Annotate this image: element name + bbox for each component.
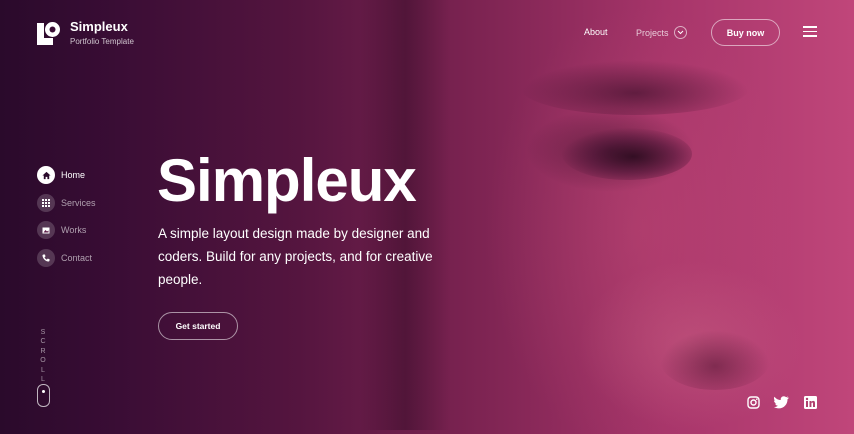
scroll-dot xyxy=(42,390,45,393)
grid-icon xyxy=(37,193,55,212)
side-nav-works[interactable]: Works xyxy=(37,221,96,239)
side-nav-label: Works xyxy=(61,225,87,235)
scroll-label: SCROLL xyxy=(40,328,46,384)
nav-about-link[interactable]: About xyxy=(584,27,608,37)
get-started-button[interactable]: Get started xyxy=(158,312,238,340)
portrait-nose xyxy=(660,330,770,390)
brand-tagline: Portfolio Template xyxy=(70,37,134,46)
hero-description: A simple layout design made by designer … xyxy=(158,226,433,287)
buy-now-button[interactable]: Buy now xyxy=(711,19,780,46)
side-nav: Home Services Works Contact xyxy=(37,166,96,276)
chevron-down-icon xyxy=(673,26,687,39)
image-icon xyxy=(37,221,55,239)
scroll-label-text: SCROLL xyxy=(40,329,46,384)
hero-title: Simpleux xyxy=(157,147,417,214)
hero-background xyxy=(0,0,854,434)
side-nav-label: Contact xyxy=(61,252,93,263)
side-nav-services[interactable]: Services xyxy=(37,193,96,212)
simpleux-logo-icon xyxy=(37,21,61,45)
nav-projects-dropdown[interactable]: Projects xyxy=(636,26,687,39)
side-nav-contact[interactable]: Contact xyxy=(37,248,96,267)
phone-icon xyxy=(37,248,55,267)
brand-logo[interactable]: Simpleux Portfolio Template xyxy=(37,20,134,46)
linkedin-icon[interactable] xyxy=(804,396,817,409)
scroll-mouse-icon[interactable] xyxy=(37,384,50,407)
side-nav-label: Home xyxy=(61,170,86,180)
home-icon xyxy=(37,166,55,184)
side-nav-home[interactable]: Home xyxy=(37,166,96,184)
instagram-icon[interactable] xyxy=(747,396,760,409)
nav-projects-label: Projects xyxy=(636,28,669,38)
portrait-eye xyxy=(562,128,692,180)
side-nav-label: Services xyxy=(61,197,96,208)
portrait-brow xyxy=(520,60,750,115)
brand-name: Simpleux xyxy=(70,19,128,34)
twitter-icon[interactable] xyxy=(774,396,789,409)
hamburger-menu-icon[interactable] xyxy=(803,26,817,37)
